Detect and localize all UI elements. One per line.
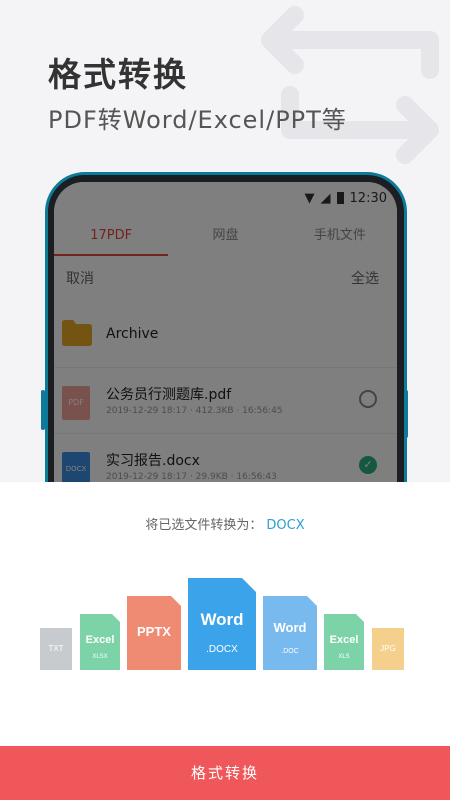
format-option-doc[interactable]: Word .DOC [263,596,317,670]
headline: 格式转换 [48,55,188,94]
modal-overlay [54,182,397,482]
background-arrows-graphic [261,6,439,164]
selected-format: DOCX [266,518,305,533]
phone-side-button [41,390,45,430]
format-option-jpg[interactable]: JPG [372,628,404,670]
phone-side-button [404,390,408,438]
format-option-xls[interactable]: Excel XLS [324,614,364,670]
subline: PDF转Word/Excel/PPT等 [48,106,347,134]
format-option-xlsx[interactable]: Excel XLSX [80,614,120,670]
format-option-docx[interactable]: Word .DOCX [188,578,256,670]
format-option-pptx[interactable]: PPTX [127,596,181,670]
convert-prompt: 将已选文件转换为： DOCX [145,518,305,533]
convert-format-button[interactable]: 格式转换 [0,746,450,800]
format-option-txt[interactable]: TXT [40,628,72,670]
